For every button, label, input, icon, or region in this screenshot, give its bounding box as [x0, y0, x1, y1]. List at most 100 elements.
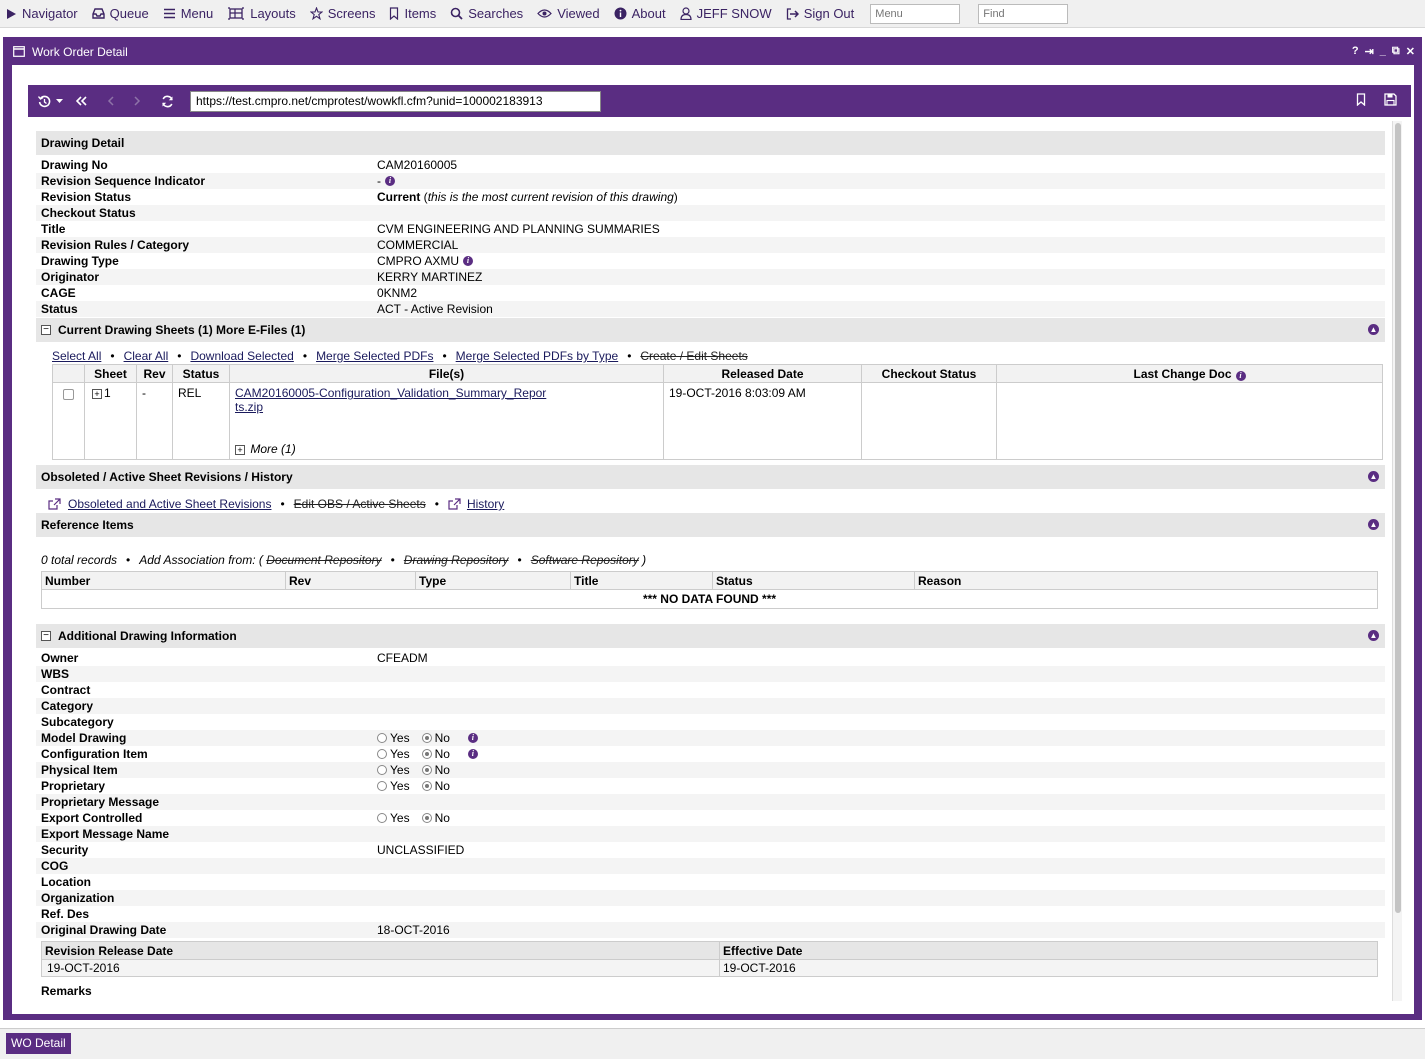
scrollbar-thumb[interactable] [1395, 123, 1401, 913]
find-input[interactable] [978, 3, 1069, 24]
field-label: Security [41, 843, 89, 857]
merge-pdfs-by-type-link[interactable]: Merge Selected PDFs by Type [456, 349, 619, 363]
yes-radio[interactable] [377, 749, 387, 759]
sheets-header[interactable]: − Current Drawing Sheets (1) More E-File… [36, 318, 1385, 342]
nav-searches[interactable]: Searches [450, 6, 523, 21]
no-option[interactable]: No [421, 763, 450, 777]
file-link[interactable]: CAM20160005-Configuration_Validation_Sum… [235, 386, 658, 414]
yes-option[interactable]: Yes [377, 747, 410, 761]
field-value: CVM ENGINEERING AND PLANNING SUMMARIES [377, 222, 660, 236]
nav-items[interactable]: Items [389, 6, 436, 21]
table-row: +1 - REL CAM20160005-Configuration_Valid… [52, 382, 1383, 460]
expand-icon[interactable]: + [235, 444, 245, 455]
nav-navigator[interactable]: Navigator [6, 6, 78, 21]
no-data-message: *** NO DATA FOUND *** [41, 589, 1378, 609]
table-row: 19-OCT-2016 19-OCT-2016 [41, 959, 1378, 977]
no-radio[interactable] [421, 813, 432, 823]
no-option[interactable]: No [421, 747, 450, 761]
yes-option[interactable]: Yes [377, 731, 410, 745]
more-files-label: More (1) [250, 442, 296, 456]
history-link[interactable]: History [467, 497, 504, 511]
field-row: Ref. Des [36, 906, 1385, 922]
no-radio[interactable] [421, 781, 432, 791]
no-option[interactable]: No [421, 811, 450, 825]
menu-input[interactable] [870, 3, 961, 24]
nav-layouts[interactable]: Layouts [227, 6, 296, 21]
info-icon[interactable]: i [463, 256, 474, 266]
help-button[interactable]: ? [1352, 45, 1359, 58]
yes-option[interactable]: Yes [377, 779, 410, 793]
chevron-up-icon[interactable]: ▲ [1368, 471, 1379, 482]
select-all-link[interactable]: Select All [52, 349, 101, 363]
nav-queue[interactable]: Queue [91, 6, 149, 21]
download-selected-link[interactable]: Download Selected [190, 349, 293, 363]
pin-button[interactable]: ⇥ [1365, 45, 1374, 58]
refresh-button[interactable] [161, 95, 174, 108]
bookmark-button[interactable] [1356, 93, 1366, 109]
info-icon[interactable]: i [1235, 370, 1246, 381]
yes-radio[interactable] [377, 733, 387, 743]
save-button[interactable] [1384, 93, 1397, 109]
url-input[interactable] [190, 90, 601, 112]
wo-detail-tab[interactable]: WO Detail [6, 1033, 71, 1054]
expand-icon[interactable]: + [92, 388, 102, 399]
first-page-button[interactable] [76, 96, 87, 106]
browser-toolbar-right [1356, 93, 1397, 109]
no-radio[interactable] [421, 749, 432, 759]
field-label: Configuration Item [41, 747, 148, 761]
history-dropdown-button[interactable] [38, 95, 64, 108]
no-option[interactable]: No [421, 779, 450, 793]
no-option[interactable]: No [421, 731, 450, 745]
nav-menu[interactable]: Menu [163, 6, 213, 21]
nav-user[interactable]: JEFF SNOW [679, 6, 772, 21]
chevron-up-icon[interactable]: ▲ [1368, 630, 1379, 641]
nav-about[interactable]: About [614, 6, 666, 21]
remarks-label: Remarks [41, 984, 92, 998]
row-checkbox[interactable] [63, 389, 74, 400]
field-row: Organization [36, 890, 1385, 906]
clear-all-link[interactable]: Clear All [124, 349, 169, 363]
obsoleted-header[interactable]: Obsoleted / Active Sheet Revisions / His… [36, 465, 1385, 489]
info-icon[interactable]: i [467, 733, 478, 743]
double-chevron-left-icon [76, 96, 87, 106]
restore-button[interactable]: ⧉ [1392, 45, 1400, 58]
nav-screens[interactable]: Screens [309, 6, 375, 21]
obsoleted-revisions-link[interactable]: Obsoleted and Active Sheet Revisions [68, 497, 271, 511]
yes-radio[interactable] [377, 813, 387, 823]
field-label: WBS [41, 667, 69, 681]
collapse-icon[interactable]: − [41, 325, 51, 335]
forward-button[interactable] [134, 96, 141, 106]
window-title-bar[interactable]: Work Order Detail [4, 38, 1421, 65]
yes-radio[interactable] [377, 781, 387, 791]
yes-option[interactable]: Yes [377, 763, 410, 777]
reference-header[interactable]: Reference Items ▲ [36, 513, 1385, 537]
no-radio[interactable] [421, 733, 432, 743]
col-revision-release-date: Revision Release Date [41, 941, 720, 960]
chevron-up-icon[interactable]: ▲ [1368, 519, 1379, 530]
collapse-icon[interactable]: − [41, 631, 51, 641]
col-number: Number [41, 571, 286, 590]
info-icon[interactable]: i [467, 749, 478, 759]
chevron-up-icon[interactable]: ▲ [1368, 324, 1379, 335]
merge-pdfs-link[interactable]: Merge Selected PDFs [316, 349, 433, 363]
nav-sign-out[interactable]: Sign Out [786, 6, 854, 21]
proprietary-radios: Yes No [377, 779, 1385, 793]
content-scrollbar[interactable] [1392, 121, 1402, 1001]
field-row: Revision Rules / Category COMMERCIAL [36, 237, 1385, 253]
back-button[interactable] [107, 96, 114, 106]
field-label: Drawing No [41, 158, 108, 172]
nav-viewed[interactable]: Viewed [537, 6, 600, 21]
no-label: No [434, 731, 450, 745]
close-button[interactable]: ✕ [1406, 45, 1415, 58]
field-value-wrap: Current (this is the most current revisi… [377, 190, 678, 204]
external-link-icon [448, 498, 461, 510]
info-icon[interactable]: i [385, 176, 395, 186]
minimize-button[interactable]: _ [1380, 45, 1386, 58]
additional-info-header[interactable]: − Additional Drawing Information ▲ [36, 624, 1385, 648]
yes-radio[interactable] [377, 765, 387, 775]
yes-option[interactable]: Yes [377, 811, 410, 825]
no-radio[interactable] [421, 765, 432, 775]
field-label: Location [41, 875, 91, 889]
window-title: Work Order Detail [32, 44, 128, 59]
more-files[interactable]: + More (1) [235, 442, 658, 456]
